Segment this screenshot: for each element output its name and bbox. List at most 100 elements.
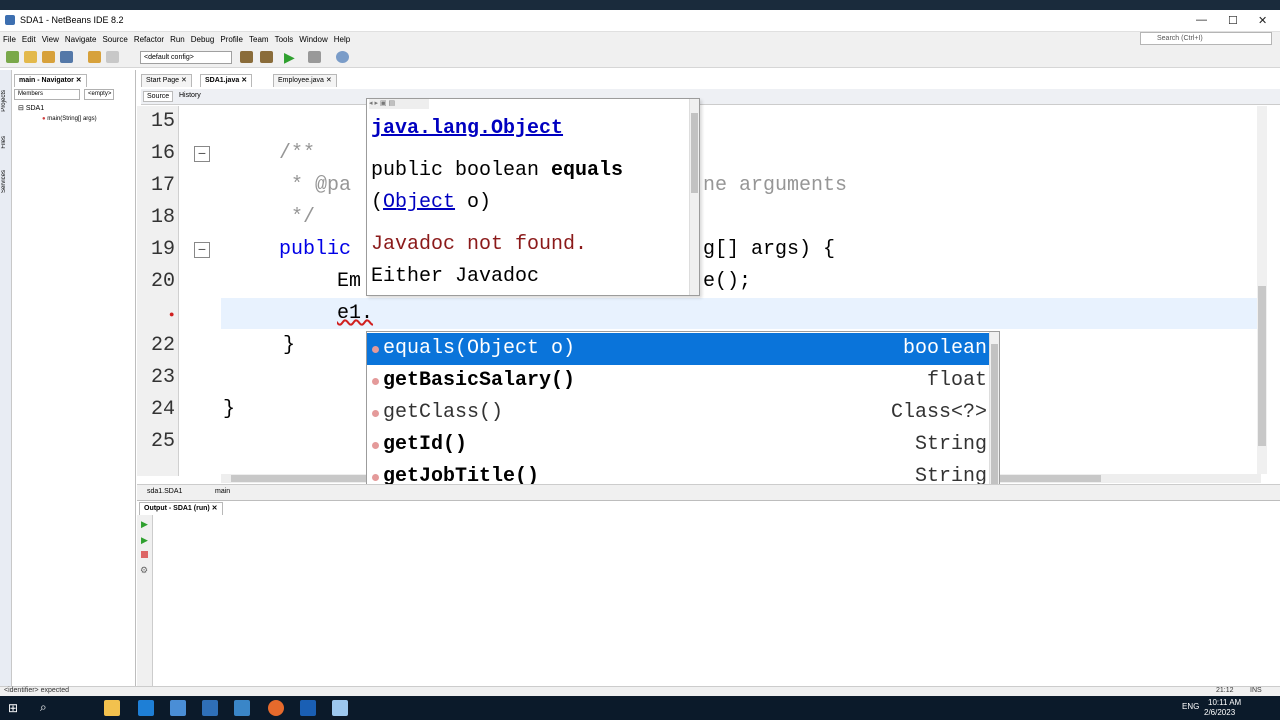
line-number-gutter: 15 16 17 18 19 20 22 23 24 25	[137, 106, 179, 476]
output-actions: ▶ ▶ ⚙	[137, 515, 153, 687]
tree-child[interactable]: ● main(String[] args)	[42, 116, 97, 122]
menu-tools[interactable]: Tools	[275, 35, 294, 44]
top-strip	[0, 0, 1280, 10]
edge-icon[interactable]	[138, 700, 154, 716]
netbeans-icon[interactable]	[332, 700, 348, 716]
menu-profile[interactable]: Profile	[220, 35, 243, 44]
firefox-icon[interactable]	[268, 700, 284, 716]
folder-icon[interactable]	[104, 700, 120, 716]
menu-navigate[interactable]: Navigate	[65, 35, 97, 44]
status-message: <identifier> expected	[4, 687, 69, 694]
navigator-tab-label: main - Navigator	[19, 77, 74, 84]
clean-build-icon[interactable]	[260, 51, 273, 63]
menu-run[interactable]: Run	[170, 35, 185, 44]
menu-edit[interactable]: Edit	[22, 35, 36, 44]
completion-item[interactable]: equals(Object o) boolean	[367, 333, 989, 365]
language-indicator[interactable]: ENG	[1182, 702, 1199, 711]
javadoc-class-link[interactable]: java.lang.Object	[371, 117, 563, 140]
menu-refactor[interactable]: Refactor	[134, 35, 164, 44]
settings-icon[interactable]: ⚙	[140, 565, 148, 576]
redo-icon[interactable]	[106, 51, 119, 63]
tree-root[interactable]: ⊟ SDA1	[18, 104, 44, 112]
breadcrumb: sda1.SDA1 main	[137, 484, 1280, 500]
menu-help[interactable]: Help	[334, 35, 350, 44]
store-icon[interactable]	[170, 700, 186, 716]
method-icon	[372, 442, 379, 449]
output-tab[interactable]: Output - SDA1 (run) ✕	[139, 502, 223, 515]
menu-window[interactable]: Window	[299, 35, 327, 44]
tree-child-label: main(String[] args)	[47, 116, 97, 122]
empty-filter[interactable]: <empty>	[84, 89, 114, 100]
search-icon[interactable]: ⌕	[40, 700, 47, 715]
undo-icon[interactable]	[88, 51, 101, 63]
insert-mode: INS	[1250, 687, 1262, 694]
projects-tab[interactable]: Projects	[1, 90, 11, 112]
debug-icon[interactable]	[308, 51, 321, 63]
sig-paren: (	[371, 191, 384, 214]
minimize-icon[interactable]: —	[1196, 14, 1207, 26]
scroll-thumb[interactable]	[1258, 286, 1266, 446]
breadcrumb-method[interactable]: main	[215, 488, 230, 495]
save-all-icon[interactable]	[60, 51, 73, 63]
completion-item[interactable]: getClass() Class<?>	[367, 397, 989, 429]
outlook-icon[interactable]	[300, 700, 316, 716]
breadcrumb-class[interactable]: sda1.SDA1	[147, 488, 182, 495]
completion-item[interactable]: getId() String	[367, 429, 989, 461]
maximize-icon[interactable]: ☐	[1228, 14, 1238, 27]
code-line-24: }	[223, 398, 236, 421]
build-icon[interactable]	[240, 51, 253, 63]
fold-toggle[interactable]: −	[194, 242, 210, 258]
code-line-21[interactable]: e1.	[337, 302, 373, 325]
completion-item[interactable]: getBasicSalary() float	[367, 365, 989, 397]
vertical-scrollbar[interactable]	[1257, 106, 1267, 474]
scroll-thumb[interactable]	[691, 113, 698, 193]
stop-icon[interactable]	[141, 551, 148, 558]
mail-icon[interactable]	[202, 700, 218, 716]
tab-employee[interactable]: Employee.java ✕	[273, 74, 337, 87]
fold-toggle[interactable]: −	[194, 146, 210, 162]
source-button[interactable]: Source	[143, 91, 174, 102]
javadoc-nav-icons[interactable]: ◂ ▸ ▣ ▤	[369, 99, 429, 109]
clock-date[interactable]: 2/6/2023	[1204, 708, 1235, 717]
config-select[interactable]: <default config>	[140, 51, 232, 64]
menu-file[interactable]: File	[3, 35, 16, 44]
menu-view[interactable]: View	[42, 35, 59, 44]
param-name: o)	[455, 191, 492, 214]
profile-icon[interactable]	[336, 51, 349, 63]
line-number: 15	[150, 110, 175, 133]
method-icon	[372, 346, 379, 353]
navigator-tab[interactable]: main - Navigator ✕	[14, 74, 87, 87]
history-button[interactable]: History	[179, 92, 201, 99]
new-file-icon[interactable]	[6, 51, 19, 63]
param-type-link[interactable]: Object	[383, 191, 455, 214]
files-tab[interactable]: Files	[1, 136, 11, 149]
app-icon[interactable]	[234, 700, 250, 716]
menu-team[interactable]: Team	[249, 35, 269, 44]
line-number: 22	[150, 334, 175, 357]
windows-taskbar: ⊞ ⌕ ENG 10:11 AM 2/6/2023	[0, 696, 1280, 720]
services-tab[interactable]: Services	[1, 170, 11, 193]
members-filter[interactable]: Members	[14, 89, 80, 100]
open-project-icon[interactable]	[42, 51, 55, 63]
search-input[interactable]: Search (Ctrl+I)	[1140, 32, 1272, 45]
netbeans-logo-icon	[5, 15, 15, 25]
code-line-18: */	[279, 206, 316, 229]
menu-debug[interactable]: Debug	[191, 35, 215, 44]
tab-start-page[interactable]: Start Page ✕	[141, 74, 192, 87]
clock-time[interactable]: 10:11 AM	[1208, 698, 1241, 707]
javadoc-msg1: Javadoc not found.	[371, 233, 588, 256]
close-icon[interactable]: ✕	[1258, 14, 1267, 27]
line-number: 25	[150, 430, 175, 453]
javadoc-msg2: Either Javadoc	[371, 265, 540, 288]
menu-source[interactable]: Source	[102, 35, 127, 44]
method-icon	[372, 410, 379, 417]
javadoc-popup: ◂ ▸ ▣ ▤ java.lang.Object public boolean …	[366, 98, 700, 296]
new-project-icon[interactable]	[24, 51, 37, 63]
rerun-icon[interactable]: ▶	[141, 519, 148, 530]
run-icon[interactable]: ▶	[284, 49, 295, 66]
javadoc-scrollbar[interactable]	[689, 99, 699, 295]
rerun-params-icon[interactable]: ▶	[141, 535, 148, 546]
menu-bar: File Edit View Navigate Source Refactor Run Deb…	[0, 32, 1280, 46]
start-icon[interactable]: ⊞	[8, 701, 18, 715]
tab-sda1[interactable]: SDA1.java ✕	[200, 74, 253, 87]
